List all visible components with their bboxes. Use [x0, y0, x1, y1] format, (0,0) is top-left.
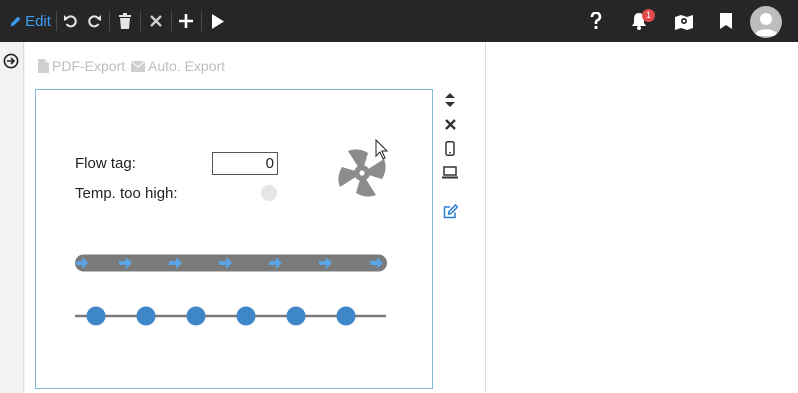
auto-export-label: Auto. Export: [148, 58, 226, 74]
pdf-export-label: PDF-Export: [52, 58, 126, 74]
run-button[interactable]: [206, 0, 228, 42]
edit-icon: [443, 203, 458, 218]
delete-button[interactable]: [114, 0, 136, 42]
map-button[interactable]: [673, 0, 695, 42]
avatar[interactable]: [750, 6, 782, 38]
remove-widget-button[interactable]: [439, 114, 461, 134]
expand-sidebar-button[interactable]: [3, 53, 19, 69]
temp-too-high-label: Temp. too high:: [75, 185, 178, 202]
redo-button[interactable]: [83, 0, 105, 42]
trash-icon: [119, 13, 131, 29]
close-button[interactable]: [145, 0, 167, 42]
auto-export-button[interactable]: Auto. Export: [131, 58, 225, 74]
help-icon: [590, 12, 602, 29]
help-button[interactable]: [585, 0, 607, 42]
bookmark-button[interactable]: [715, 0, 737, 42]
widget-canvas[interactable]: Flow tag: 0 Temp. too high:: [35, 89, 433, 389]
edit-label: Edit: [25, 12, 51, 30]
toolbar-divider: [140, 11, 141, 31]
toolbar-divider: [171, 11, 172, 31]
bookmark-icon: [720, 13, 732, 29]
play-icon: [211, 13, 224, 29]
user-icon: [754, 13, 778, 36]
toolbar-divider: [201, 11, 202, 31]
notifications-button[interactable]: 1: [628, 0, 655, 42]
node-chain: [75, 306, 386, 326]
pencil-icon: [10, 16, 21, 26]
map-icon: [675, 14, 693, 30]
left-sidebar: [0, 42, 24, 393]
redo-icon: [88, 15, 101, 28]
laptop-icon: [442, 165, 458, 178]
flow-pipe: [75, 254, 387, 272]
sort-icon: [445, 93, 455, 107]
mouse-cursor-icon: [375, 139, 389, 160]
edit-widget-button[interactable]: [439, 201, 461, 221]
undo-icon: [64, 15, 77, 28]
undo-button[interactable]: [60, 0, 82, 42]
toolbar-divider: [56, 11, 57, 31]
desktop-view-button[interactable]: [439, 162, 461, 182]
toolbar-divider: [109, 11, 110, 31]
mobile-icon: [445, 140, 455, 156]
add-button[interactable]: [175, 0, 197, 42]
plus-icon: [179, 14, 193, 28]
flow-tag-label: Flow tag:: [75, 155, 136, 172]
status-indicator-lamp: [261, 185, 277, 201]
close-icon: [150, 15, 162, 27]
arrow-circle-right-icon: [3, 53, 19, 69]
top-toolbar: Edit 1: [0, 0, 798, 42]
mobile-view-button[interactable]: [439, 138, 461, 158]
file-pdf-icon: [38, 59, 49, 73]
reorder-button[interactable]: [439, 90, 461, 110]
mail-icon: [131, 60, 145, 72]
editor-area: PDF-Export Auto. Export Flow tag: 0 Temp…: [25, 42, 485, 393]
properties-panel: [485, 42, 798, 393]
notification-badge: 1: [642, 9, 655, 22]
flow-tag-input[interactable]: 0: [212, 152, 278, 175]
edit-button[interactable]: Edit: [8, 0, 52, 42]
pdf-export-button[interactable]: PDF-Export: [38, 58, 125, 74]
close-icon: [444, 118, 456, 130]
